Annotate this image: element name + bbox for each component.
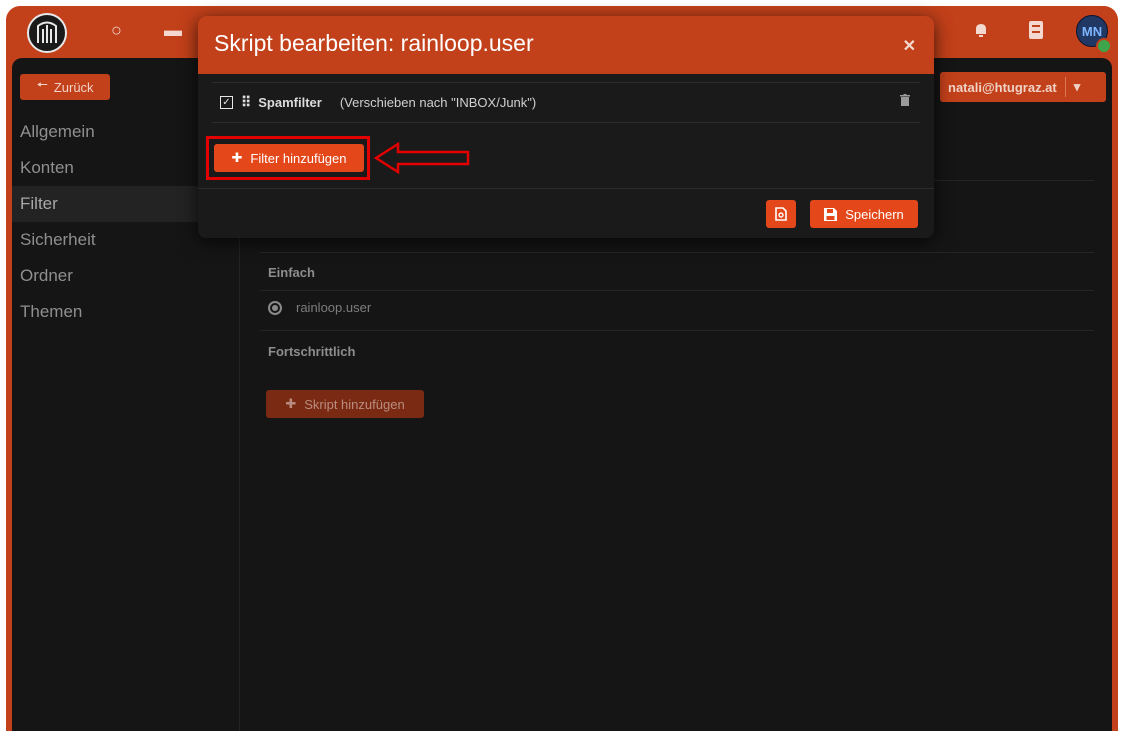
divider bbox=[260, 290, 1094, 291]
file-icon bbox=[775, 207, 787, 221]
save-button-label: Speichern bbox=[845, 206, 904, 222]
filter-row[interactable]: ✓ ⠿ Spamfilter (Verschieben nach "INBOX/… bbox=[220, 94, 536, 111]
add-script-button[interactable]: ✚ Skript hinzufügen bbox=[266, 390, 424, 418]
separator bbox=[1064, 77, 1066, 97]
close-icon[interactable]: ✕ bbox=[903, 36, 916, 56]
edit-script-dialog: Skript bearbeiten: rainloop.user ✕ ✓ ⠿ S… bbox=[198, 16, 934, 238]
active-script-radio[interactable] bbox=[268, 300, 282, 315]
circle-icon[interactable]: ○ bbox=[111, 20, 122, 40]
arrow-left-icon: 🠔 bbox=[36, 77, 48, 92]
filter-name: Spamfilter bbox=[258, 95, 322, 110]
divider bbox=[260, 330, 1094, 331]
user-dropdown-icon[interactable]: ▾ bbox=[1074, 79, 1081, 95]
preview-button[interactable] bbox=[766, 200, 796, 228]
dialog-footer-divider bbox=[198, 188, 934, 189]
contacts-icon[interactable] bbox=[1028, 20, 1044, 40]
online-status-dot bbox=[1096, 38, 1112, 54]
divider bbox=[212, 82, 920, 83]
app-logo bbox=[27, 13, 67, 53]
section-heading-advanced: Fortschrittlich bbox=[268, 344, 356, 359]
account-menu[interactable]: natali@htugraz.at ▾ bbox=[940, 72, 1106, 102]
dialog-header: Skript bearbeiten: rainloop.user ✕ bbox=[198, 16, 934, 74]
folder-icon[interactable]: ▬ bbox=[164, 20, 182, 40]
divider bbox=[212, 122, 920, 123]
highlight-box bbox=[206, 136, 370, 180]
add-script-label: Skript hinzufügen bbox=[304, 396, 405, 412]
drag-handle-icon[interactable]: ⠿ bbox=[241, 94, 251, 111]
script-row[interactable]: rainloop.user bbox=[268, 300, 371, 315]
sidebar-item-ordner[interactable]: Ordner bbox=[12, 258, 240, 294]
save-button[interactable]: Speichern bbox=[810, 200, 918, 228]
filter-enabled-checkbox[interactable]: ✓ bbox=[220, 96, 233, 109]
filter-description: (Verschieben nach "INBOX/Junk") bbox=[339, 95, 537, 110]
back-button[interactable]: 🠔 Zurück bbox=[20, 74, 110, 100]
save-icon bbox=[824, 207, 838, 221]
annotation-arrow-icon bbox=[373, 141, 470, 175]
back-button-label: Zurück bbox=[53, 79, 94, 95]
section-heading-simple: Einfach bbox=[268, 265, 315, 280]
dialog-title: Skript bearbeiten: rainloop.user bbox=[214, 30, 534, 56]
script-name: rainloop.user bbox=[296, 300, 372, 315]
plus-icon: ✚ bbox=[285, 396, 297, 411]
divider bbox=[260, 252, 1094, 253]
sidebar-item-themen[interactable]: Themen bbox=[12, 294, 240, 330]
trash-icon[interactable] bbox=[900, 94, 910, 106]
user-email: natali@htugraz.at bbox=[948, 79, 1057, 95]
bell-icon[interactable] bbox=[972, 21, 990, 39]
